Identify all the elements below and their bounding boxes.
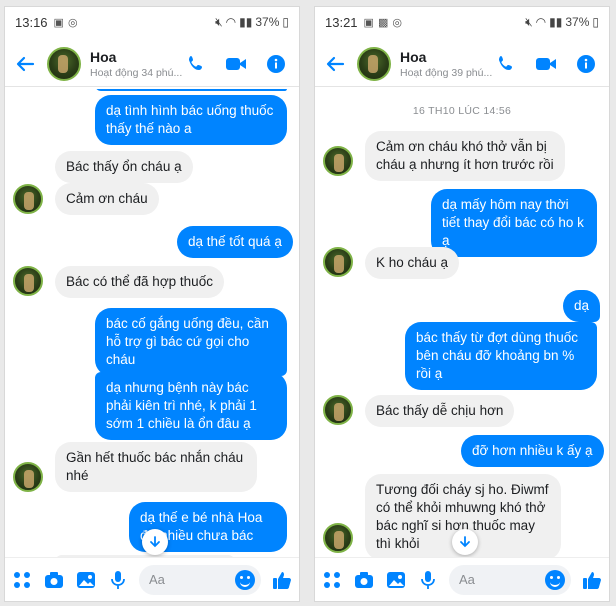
message-list[interactable]: 16 TH10 LÚC 14:56 Cảm ơn cháu khó thở vẫ… <box>315 89 609 559</box>
info-icon[interactable] <box>265 53 287 75</box>
contact-avatar-small <box>13 184 43 214</box>
message-bubble-cut <box>95 89 287 91</box>
scroll-to-bottom-button[interactable] <box>452 529 478 555</box>
thumbs-up-icon[interactable] <box>271 569 293 591</box>
wifi-icon: ◠ <box>225 15 237 29</box>
contact-avatar-small <box>13 266 43 296</box>
message-bubble-outgoing[interactable]: dạ mấy hôm nay thời tiết thay đổi bác có… <box>431 189 597 257</box>
contact-avatar-small <box>323 395 353 425</box>
contact-avatar-small <box>323 146 353 176</box>
camera-icon[interactable] <box>353 569 375 591</box>
message-input[interactable]: Aa <box>139 564 261 595</box>
message-list[interactable]: dạ tình hình bác uống thuốc thấy thế nào… <box>5 89 299 559</box>
signal-icon: ▮▮ <box>239 15 253 29</box>
message-bubble-outgoing[interactable]: dạ tình hình bác uống thuốc thấy thế nào… <box>95 95 287 145</box>
battery-icon: ▯ <box>282 15 289 29</box>
messenger-screen-1: 13:16 ▣ ◎ 🔇︎ ◠ ▮▮ 37% ▯ Hoa Hoạt động 34… <box>4 6 300 602</box>
signal-icon: ▮▮ <box>549 15 563 29</box>
battery-percent: 37% <box>565 15 590 29</box>
microphone-icon[interactable] <box>107 569 129 591</box>
messenger-notification-icon: ◎ <box>67 16 78 29</box>
contact-avatar[interactable] <box>357 46 391 81</box>
apps-icon[interactable] <box>321 569 343 591</box>
messenger-notification-icon: ◎ <box>392 16 402 29</box>
contact-info[interactable]: Hoa Hoạt động 34 phú... <box>90 49 182 79</box>
phone-icon[interactable] <box>495 53 517 75</box>
message-bubble-incoming[interactable]: Bác thấy dễ chịu hơn <box>365 395 515 427</box>
message-bubble-incoming[interactable]: Bác thấy ổn cháu ạ <box>55 151 193 183</box>
apps-icon[interactable] <box>11 569 33 591</box>
phone-icon[interactable] <box>185 53 207 75</box>
message-bubble-outgoing[interactable]: bác thấy từ đợt dùng thuốc bên cháu đỡ k… <box>405 322 597 390</box>
message-input[interactable]: Aa <box>449 564 571 595</box>
contact-avatar[interactable] <box>47 46 81 81</box>
contact-avatar-small <box>13 462 43 492</box>
contact-active-status: Hoạt động 39 phú... <box>400 66 493 79</box>
gallery-icon[interactable] <box>75 569 97 591</box>
composer-bar: Aa <box>315 557 609 601</box>
chat-header: Hoa Hoạt động 34 phú... <box>5 41 299 87</box>
conversation-timestamp: 16 TH10 LÚC 14:56 <box>412 105 512 117</box>
contact-active-status: Hoạt động 34 phú... <box>90 66 183 79</box>
contact-name: Hoa <box>400 48 427 65</box>
message-bubble-outgoing[interactable]: bác cố gắng uống đều, cần hỗ trợ gì bác … <box>95 308 287 376</box>
info-icon[interactable] <box>575 53 597 75</box>
message-bubble-outgoing[interactable]: dạ nhưng bệnh này bác phải kiên trì nhé,… <box>95 372 287 440</box>
gallery-notification-icon: ▩ <box>377 16 389 29</box>
notification-icon: ▣ <box>53 16 64 29</box>
status-time: 13:21 <box>325 14 358 30</box>
chevron-down-icon <box>150 536 160 548</box>
contact-avatar-small <box>323 523 353 553</box>
microphone-icon[interactable] <box>417 569 439 591</box>
battery-percent: 37% <box>255 15 280 29</box>
back-arrow-icon[interactable] <box>11 50 39 78</box>
message-bubble-outgoing[interactable]: dạ <box>563 290 601 322</box>
message-bubble-incoming[interactable]: Cảm ơn cháu khó thở vẫn bị cháu ạ nhưng … <box>365 131 565 181</box>
message-bubble-outgoing[interactable]: dạ thế tốt quá ạ <box>177 226 293 258</box>
chat-header: Hoa Hoạt động 39 phú... <box>315 41 609 87</box>
video-camera-icon[interactable] <box>225 53 247 75</box>
battery-icon: ▯ <box>592 15 599 29</box>
wifi-icon: ◠ <box>535 15 547 29</box>
back-arrow-icon[interactable] <box>321 50 349 78</box>
message-bubble-incoming[interactable]: Gần hết thuốc bác nhắn cháu nhé <box>55 442 257 492</box>
contact-avatar-small <box>323 247 353 277</box>
message-bubble-incoming[interactable]: Bác có thể đã hợp thuốc <box>55 266 224 298</box>
messenger-screen-2: 13:21 ▣ ▩ ◎ 🔇︎ ◠ ▮▮ 37% ▯ Hoa Hoạt động … <box>314 6 610 602</box>
video-camera-icon[interactable] <box>535 53 557 75</box>
emoji-icon[interactable] <box>235 569 255 590</box>
composer-bar: Aa <box>5 557 299 601</box>
message-bubble-incoming[interactable]: K ho cháu ạ <box>365 247 460 279</box>
scroll-to-bottom-button[interactable] <box>142 529 168 555</box>
status-bar: 13:21 ▣ ▩ ◎ 🔇︎ ◠ ▮▮ 37% ▯ <box>315 7 609 37</box>
message-input-placeholder: Aa <box>149 572 165 587</box>
notification-icon: ▣ <box>363 16 374 29</box>
camera-icon[interactable] <box>43 569 65 591</box>
message-input-placeholder: Aa <box>459 572 475 587</box>
chevron-down-icon <box>460 536 470 548</box>
message-bubble-outgoing[interactable]: đỡ hơn nhiều k ấy ạ <box>461 435 604 467</box>
thumbs-up-icon[interactable] <box>581 569 603 591</box>
status-bar: 13:16 ▣ ◎ 🔇︎ ◠ ▮▮ 37% ▯ <box>5 7 299 37</box>
message-bubble-incoming[interactable]: Cảm ơn cháu <box>55 183 159 215</box>
mute-icon: 🔇︎ <box>525 14 533 29</box>
contact-name: Hoa <box>90 48 117 65</box>
gallery-icon[interactable] <box>385 569 407 591</box>
mute-icon: 🔇︎ <box>215 14 223 29</box>
contact-info[interactable]: Hoa Hoạt động 39 phú... <box>400 49 492 79</box>
status-time: 13:16 <box>15 14 48 30</box>
emoji-icon[interactable] <box>545 569 565 590</box>
